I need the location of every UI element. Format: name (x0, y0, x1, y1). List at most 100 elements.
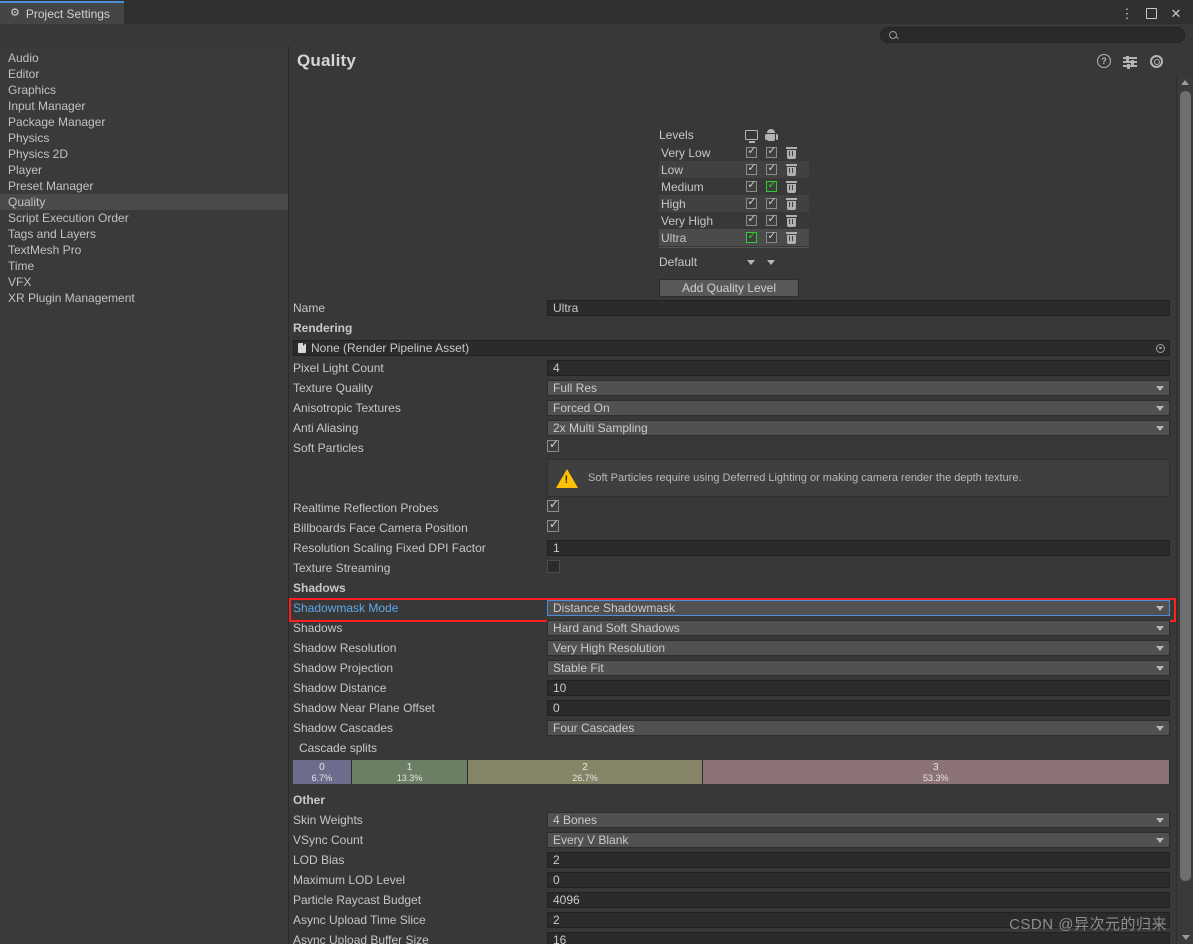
sidebar-item-time[interactable]: Time (0, 258, 288, 274)
level-desktop-checkbox[interactable] (745, 230, 758, 243)
gear-icon[interactable] (1149, 54, 1163, 68)
level-desktop-checkbox[interactable] (745, 213, 758, 226)
shadow-near-plane-offset-input[interactable]: 0 (547, 700, 1170, 716)
level-desktop-checkbox[interactable] (745, 179, 758, 192)
level-android-checkbox[interactable] (765, 230, 778, 243)
cascade-segment-1[interactable]: 1 13.3% (351, 760, 469, 784)
level-row-low[interactable]: Low (659, 161, 809, 178)
level-delete-cell[interactable] (781, 231, 801, 244)
level-desktop-checkbox-cell[interactable] (741, 213, 761, 226)
level-row-ultra[interactable]: Ultra (659, 229, 809, 246)
level-android-checkbox-cell[interactable] (761, 162, 781, 175)
level-android-checkbox-cell[interactable] (761, 145, 781, 158)
shadow-projection-dropdown[interactable]: Stable Fit (547, 660, 1170, 676)
maximize-icon[interactable] (1146, 7, 1157, 19)
shadowmask-mode-dropdown[interactable]: Distance Shadowmask (547, 600, 1170, 616)
level-row-very-low[interactable]: Very Low (659, 144, 809, 161)
async-upload-buffer-size-input[interactable]: 16 (547, 932, 1170, 944)
texture-streaming-checkbox[interactable] (547, 560, 560, 573)
level-delete-cell[interactable] (781, 197, 801, 210)
kebab-menu-icon[interactable]: ⋮ (1120, 6, 1134, 20)
level-android-checkbox[interactable] (765, 162, 778, 175)
cascade-splits-bar[interactable]: 0 6.7% 1 13.3% 2 26.7% 3 53.3% (293, 760, 1170, 784)
level-android-checkbox[interactable] (765, 213, 778, 226)
level-desktop-checkbox-cell[interactable] (741, 162, 761, 175)
presets-sliders-icon[interactable] (1123, 54, 1137, 69)
level-android-checkbox[interactable] (765, 179, 778, 192)
shadows-dropdown[interactable]: Hard and Soft Shadows (547, 620, 1170, 636)
level-desktop-checkbox-cell[interactable] (741, 145, 761, 158)
resolution-scaling-fixed-dpi-factor-input[interactable]: 1 (547, 540, 1170, 556)
level-android-checkbox[interactable] (765, 196, 778, 209)
sidebar-item-input-manager[interactable]: Input Manager (0, 98, 288, 114)
shadow-distance-input[interactable]: 10 (547, 680, 1170, 696)
cascade-segment-3[interactable]: 3 53.3% (702, 760, 1170, 784)
sidebar-item-xr-plugin-management[interactable]: XR Plugin Management (0, 290, 288, 306)
realtime-reflection-probes-checkbox[interactable] (547, 498, 560, 512)
level-android-checkbox-cell[interactable] (761, 179, 781, 192)
sidebar-item-textmesh-pro[interactable]: TextMesh Pro (0, 242, 288, 258)
vertical-scrollbar[interactable] (1176, 76, 1193, 944)
level-desktop-checkbox[interactable] (745, 196, 758, 209)
level-delete-cell[interactable] (781, 214, 801, 227)
sidebar-item-physics-2d[interactable]: Physics 2D (0, 146, 288, 162)
level-android-checkbox-cell[interactable] (761, 196, 781, 209)
level-android-checkbox-cell[interactable] (761, 230, 781, 243)
default-desktop-dropdown[interactable] (741, 259, 761, 265)
vsync-count-dropdown[interactable]: Every V Blank (547, 832, 1170, 848)
scrollbar-thumb[interactable] (1180, 91, 1191, 881)
level-delete-cell[interactable] (781, 180, 801, 193)
level-row-high[interactable]: High (659, 195, 809, 212)
sidebar-item-physics[interactable]: Physics (0, 130, 288, 146)
level-desktop-checkbox-cell[interactable] (741, 230, 761, 243)
level-desktop-checkbox[interactable] (745, 145, 758, 158)
maximum-lod-level-input[interactable]: 0 (547, 872, 1170, 888)
level-desktop-checkbox-cell[interactable] (741, 196, 761, 209)
sidebar-item-player[interactable]: Player (0, 162, 288, 178)
level-android-checkbox-cell[interactable] (761, 213, 781, 226)
render-pipeline-asset-field[interactable]: None (Render Pipeline Asset) (293, 340, 1170, 356)
sidebar-item-graphics[interactable]: Graphics (0, 82, 288, 98)
sidebar-item-audio[interactable]: Audio (0, 50, 288, 66)
particle-raycast-budget-input[interactable]: 4096 (547, 892, 1170, 908)
pixel-light-count-input[interactable]: 4 (547, 360, 1170, 376)
scroll-down-arrow[interactable] (1177, 931, 1193, 944)
skin-weights-dropdown[interactable]: 4 Bones (547, 812, 1170, 828)
cascade-segment-2[interactable]: 2 26.7% (468, 760, 703, 784)
trash-icon[interactable] (785, 197, 797, 210)
texture-quality-dropdown[interactable]: Full Res (547, 380, 1170, 396)
anti-aliasing-dropdown[interactable]: 2x Multi Sampling (547, 420, 1170, 436)
default-android-dropdown[interactable] (761, 259, 781, 265)
cascade-segment-0[interactable]: 0 6.7% (293, 760, 352, 784)
shadow-resolution-dropdown[interactable]: Very High Resolution (547, 640, 1170, 656)
level-delete-cell[interactable] (781, 146, 801, 159)
billboards-face-camera-position-checkbox[interactable] (547, 518, 560, 532)
level-row-medium[interactable]: Medium (659, 178, 809, 195)
add-quality-level-button[interactable]: Add Quality Level (659, 279, 799, 297)
scroll-up-arrow[interactable] (1177, 76, 1193, 89)
sidebar-item-vfx[interactable]: VFX (0, 274, 288, 290)
sidebar-item-tags-and-layers[interactable]: Tags and Layers (0, 226, 288, 242)
search-box[interactable] (880, 27, 1185, 43)
trash-icon[interactable] (785, 146, 797, 159)
level-android-checkbox[interactable] (765, 145, 778, 158)
trash-icon[interactable] (785, 180, 797, 193)
object-picker-icon[interactable] (1156, 343, 1165, 353)
search-input[interactable] (902, 29, 1176, 41)
level-desktop-checkbox-cell[interactable] (741, 179, 761, 192)
level-delete-cell[interactable] (781, 163, 801, 176)
tab-project-settings[interactable]: ⚙ Project Settings (0, 1, 124, 24)
sidebar-item-package-manager[interactable]: Package Manager (0, 114, 288, 130)
trash-icon[interactable] (785, 214, 797, 227)
anisotropic-textures-dropdown[interactable]: Forced On (547, 400, 1170, 416)
sidebar-item-quality[interactable]: Quality (0, 194, 288, 210)
help-icon[interactable]: ? (1097, 54, 1111, 68)
async-upload-time-slice-input[interactable]: 2 (547, 912, 1170, 928)
sidebar-item-editor[interactable]: Editor (0, 66, 288, 82)
level-desktop-checkbox[interactable] (745, 162, 758, 175)
level-row-very-high[interactable]: Very High (659, 212, 809, 229)
trash-icon[interactable] (785, 231, 797, 244)
soft-particles-checkbox[interactable] (547, 438, 560, 452)
name-input[interactable]: Ultra (547, 300, 1170, 316)
close-icon[interactable]: ✕ (1169, 6, 1183, 20)
